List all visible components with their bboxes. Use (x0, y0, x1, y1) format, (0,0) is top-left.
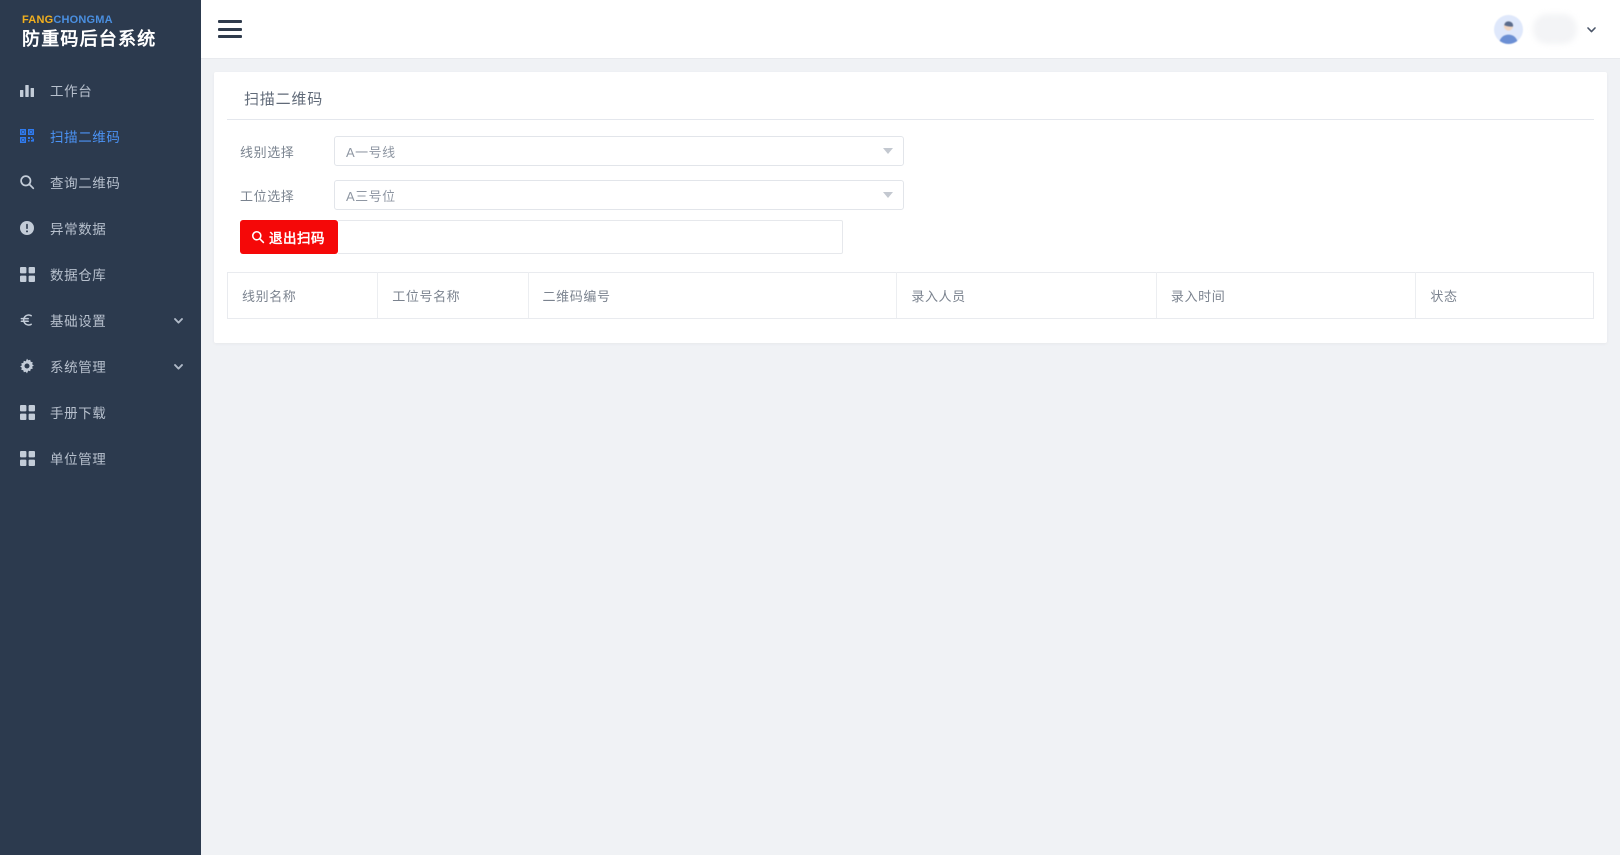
chevron-down-icon (172, 360, 185, 373)
qrcode-icon (18, 127, 36, 145)
info-circle-icon (18, 219, 36, 237)
app-root: FANGCHONGMA 防重码后台系统 工作台 扫描二维码 查询二维码 异常数据… (0, 0, 1620, 855)
sidebar-item-basic-settings[interactable]: 基础设置 (0, 297, 201, 343)
scan-input[interactable] (338, 220, 843, 254)
line-select-value: A一号线 (346, 144, 396, 160)
column-header-line-name[interactable]: 线别名称 (226, 272, 379, 319)
sidebar-item-label: 单位管理 (50, 452, 107, 467)
scan-qrcode-card: 扫描二维码 线别选择 A一号线 工位选择 A三号位 退出扫码 线别名称 工位号名… (214, 72, 1607, 343)
sidebar-item-system-management[interactable]: 系统管理 (0, 343, 201, 389)
column-header-qrcode-number[interactable]: 二维码编号 (528, 272, 898, 319)
exit-scan-button[interactable]: 退出扫码 (240, 220, 338, 254)
column-header-station-name[interactable]: 工位号名称 (377, 272, 529, 319)
top-bar (201, 0, 1620, 59)
sidebar-item-label: 手册下载 (50, 406, 107, 421)
chevron-down-icon (172, 314, 185, 327)
sidebar: FANGCHONGMA 防重码后台系统 工作台 扫描二维码 查询二维码 异常数据… (0, 0, 201, 855)
hamburger-bar (218, 20, 242, 23)
exit-scan-button-label: 退出扫码 (269, 231, 325, 246)
hamburger-bar (218, 35, 242, 38)
brand-title: 防重码后台系统 (22, 29, 157, 49)
brand-logo[interactable]: FANGCHONGMA 防重码后台系统 (0, 0, 201, 59)
brand-subtitle-fang: FANG (22, 14, 54, 26)
table-header-row: 线别名称 工位号名称 二维码编号 录入人员 录入时间 状态 (226, 272, 1594, 319)
sidebar-item-abnormal-data[interactable]: 异常数据 (0, 205, 201, 251)
station-select[interactable]: A三号位 (334, 180, 904, 210)
brand-subtitle-chongma: CHONGMA (53, 14, 113, 26)
gear-icon (18, 357, 36, 375)
line-select[interactable]: A一号线 (334, 136, 904, 166)
scan-action-row: 退出扫码 (214, 220, 1607, 254)
sidebar-nav: 工作台 扫描二维码 查询二维码 异常数据 数据仓库 基础设置 系统管理 手册下载… (0, 59, 201, 855)
search-icon (18, 173, 36, 191)
chevron-down-icon (883, 148, 893, 154)
sidebar-item-workbench[interactable]: 工作台 (0, 67, 201, 113)
sidebar-item-label: 数据仓库 (50, 268, 107, 283)
table-head: 线别名称 工位号名称 二维码编号 录入人员 录入时间 状态 (226, 272, 1594, 319)
sidebar-item-label: 基础设置 (50, 314, 107, 329)
records-table-wrap: 线别名称 工位号名称 二维码编号 录入人员 录入时间 状态 (214, 272, 1607, 319)
chevron-down-icon (883, 192, 893, 198)
station-select-label: 工位选择 (240, 188, 295, 204)
column-header-entry-time[interactable]: 录入时间 (1156, 272, 1417, 319)
sidebar-item-scan-qrcode[interactable]: 扫描二维码 (0, 113, 201, 159)
user-name-label (1533, 14, 1577, 44)
content-area: 扫描二维码 线别选择 A一号线 工位选择 A三号位 退出扫码 线别名称 工位号名… (201, 59, 1620, 855)
euro-icon (18, 311, 36, 329)
hamburger-bar (218, 27, 242, 31)
line-select-label: 线别选择 (240, 144, 295, 160)
sidebar-item-label: 工作台 (50, 84, 93, 99)
user-menu[interactable] (1494, 14, 1598, 44)
grid-icon (18, 265, 36, 283)
sidebar-item-label: 系统管理 (50, 360, 107, 375)
search-icon (251, 230, 265, 244)
grid-icon (18, 449, 36, 467)
page-title: 扫描二维码 (227, 72, 1594, 120)
sidebar-item-data-warehouse[interactable]: 数据仓库 (0, 251, 201, 297)
sidebar-item-query-qrcode[interactable]: 查询二维码 (0, 159, 201, 205)
scan-form: 线别选择 A一号线 工位选择 A三号位 退出扫码 (214, 120, 1607, 254)
column-header-status[interactable]: 状态 (1415, 272, 1594, 319)
records-table: 线别名称 工位号名称 二维码编号 录入人员 录入时间 状态 (226, 272, 1594, 319)
station-select-value: A三号位 (346, 188, 396, 204)
grid-icon (18, 403, 36, 421)
sidebar-item-label: 异常数据 (50, 222, 107, 237)
main-area: 扫描二维码 线别选择 A一号线 工位选择 A三号位 退出扫码 线别名称 工位号名… (201, 0, 1620, 855)
sidebar-item-label: 扫描二维码 (50, 130, 121, 145)
brand-subtitle: FANGCHONGMA (22, 14, 201, 27)
station-select-row: 工位选择 A三号位 (214, 180, 1607, 210)
chevron-down-icon[interactable] (1585, 23, 1598, 36)
line-select-row: 线别选择 A一号线 (214, 136, 1607, 166)
sidebar-item-unit-management[interactable]: 单位管理 (0, 435, 201, 481)
sidebar-item-manual-download[interactable]: 手册下载 (0, 389, 201, 435)
column-header-entry-person[interactable]: 录入人员 (896, 272, 1157, 319)
sidebar-item-label: 查询二维码 (50, 176, 121, 191)
hamburger-icon[interactable] (218, 19, 242, 39)
user-avatar-icon[interactable] (1494, 14, 1523, 44)
bar-chart-icon (18, 81, 36, 99)
